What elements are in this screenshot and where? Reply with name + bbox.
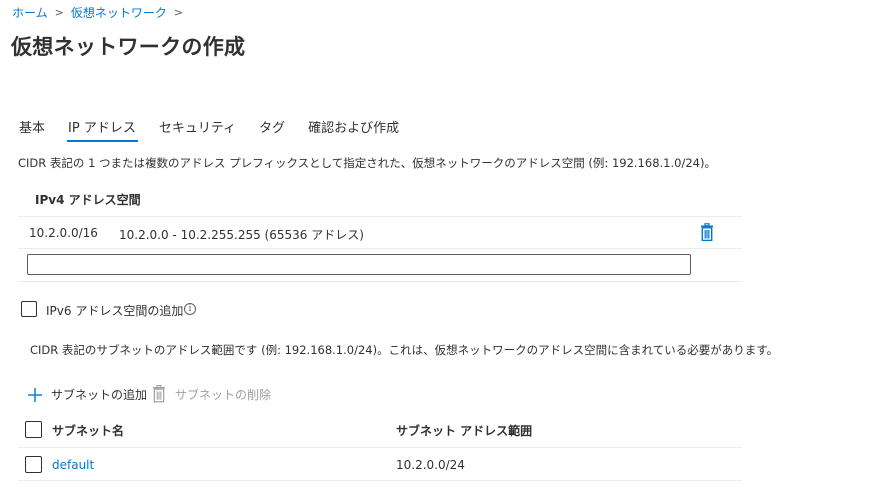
ipv6-checkbox[interactable] [21, 301, 37, 317]
add-subnet-label: サブネットの追加 [51, 388, 148, 402]
page-title: 仮想ネットワークの作成 [11, 35, 246, 59]
tab-review-create[interactable]: 確認および作成 [299, 114, 407, 142]
plus-icon [28, 387, 42, 402]
tab-basics[interactable]: 基本 [10, 114, 53, 142]
delete-subnet-label: サブネットの削除 [175, 387, 272, 402]
breadcrumb: ホーム > 仮想ネットワーク > [12, 4, 190, 21]
column-header-subnet-name[interactable]: サブネット名 [52, 422, 124, 439]
ipv6-checkbox-label[interactable]: IPv6 アドレス空間の追加 [46, 302, 183, 319]
breadcrumb-separator: > [54, 6, 64, 19]
tab-bar: 基本 IP アドレス セキュリティ タグ 確認および作成 [10, 114, 413, 142]
ipv4-address-space-header: IPv4 アドレス空間 [35, 193, 141, 207]
subnet-range-value: 10.2.0.0/24 [396, 458, 465, 472]
new-address-space-input[interactable] [27, 254, 691, 275]
tab-tags[interactable]: タグ [250, 114, 293, 142]
subnet-row-checkbox[interactable] [25, 456, 42, 473]
divider [18, 281, 742, 282]
divider [18, 216, 742, 217]
add-subnet-button[interactable]: サブネットの追加 [27, 386, 147, 403]
divider [18, 248, 742, 249]
table-row: default 10.2.0.0/24 [18, 448, 742, 480]
tab-security[interactable]: セキュリティ [150, 114, 244, 142]
trash-icon [153, 385, 165, 403]
trash-icon [701, 223, 713, 242]
column-header-subnet-range[interactable]: サブネット アドレス範囲 [396, 422, 532, 439]
info-icon[interactable]: i [184, 303, 196, 315]
subnet-description: CIDR 表記のサブネットのアドレス範囲です (例: 192.168.1.0/2… [30, 343, 779, 357]
divider [18, 480, 742, 481]
breadcrumb-home-link[interactable]: ホーム [12, 4, 48, 21]
address-prefix-value: 10.2.0.0/16 [29, 226, 98, 240]
address-range-value: 10.2.0.0 - 10.2.255.255 (65536 アドレス) [119, 228, 364, 242]
delete-subnet-button[interactable]: サブネットの削除 [152, 385, 271, 403]
select-all-subnets-checkbox[interactable] [25, 421, 42, 438]
delete-address-button[interactable] [698, 223, 716, 243]
breadcrumb-separator: > [173, 6, 184, 19]
tab-ip-addresses[interactable]: IP アドレス [59, 114, 144, 142]
address-space-description: CIDR 表記の 1 つまたは複数のアドレス プレフィックスとして指定された、仮… [18, 156, 716, 170]
breadcrumb-virtual-networks-link[interactable]: 仮想ネットワーク [71, 4, 167, 21]
subnet-name-link[interactable]: default [52, 458, 94, 472]
